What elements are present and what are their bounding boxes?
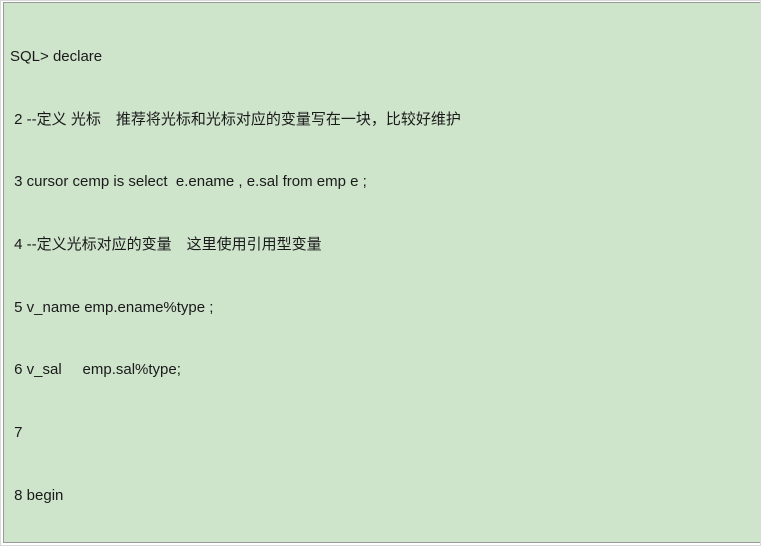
console-inner-frame: SQL> declare 2 --定义 光标 推荐将光标和光标对应的变量写在一块… bbox=[3, 2, 760, 543]
console-line: 5 v_name emp.ename%type ; bbox=[10, 298, 214, 316]
console-line: 6 v_sal emp.sal%type; bbox=[10, 361, 181, 379]
console-line: 8 begin bbox=[10, 486, 64, 504]
console-prompt-line: SQL> declare bbox=[10, 47, 103, 65]
console-line: 7 bbox=[10, 424, 23, 442]
console-output-area[interactable]: SQL> declare 2 --定义 光标 推荐将光标和光标对应的变量写在一块… bbox=[4, 3, 760, 542]
console-line: 2 --定义 光标 推荐将光标和光标对应的变量写在一块，比较好维护 bbox=[10, 110, 461, 128]
console-line: 4 --定义光标对应的变量 这里使用引用型变量 bbox=[10, 235, 322, 253]
console-line: 3 cursor cemp is select e.ename , e.sal … bbox=[10, 173, 367, 191]
sqlplus-console-window: SQL> declare 2 --定义 光标 推荐将光标和光标对应的变量写在一块… bbox=[0, 0, 761, 546]
